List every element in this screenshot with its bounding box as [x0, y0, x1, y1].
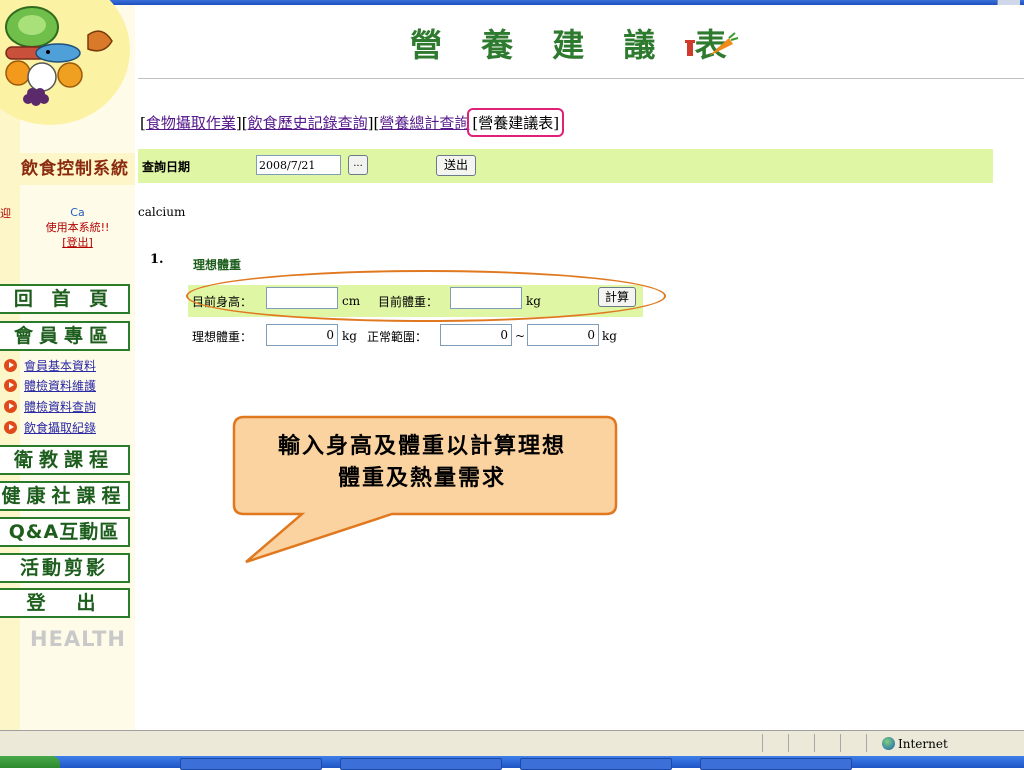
breadcrumb-separator: ][ [235, 114, 248, 132]
breadcrumb-current: [營養建議表] [467, 108, 565, 137]
status-divider [762, 734, 763, 752]
window-control-button[interactable] [997, 0, 1020, 5]
nutrient-label: calcium [138, 205, 186, 219]
member-item-profile[interactable]: 會員基本資料 [0, 356, 135, 376]
nav-home-button[interactable]: 回 首 頁 [0, 284, 130, 314]
weight-input[interactable] [450, 287, 522, 309]
member-item-label[interactable]: 飲食攝取紀錄 [24, 419, 96, 436]
nav-gallery-button[interactable]: 活動剪影 [0, 553, 130, 583]
welcome-text: 迎 [0, 207, 11, 220]
nav-health-club-button[interactable]: 健康社課程 [0, 481, 130, 511]
status-divider [866, 734, 867, 752]
result-row: 理想體重： 0 kg 正常範圍： 0 ~ 0 kg [188, 322, 643, 350]
status-divider [814, 734, 815, 752]
taskbar-item[interactable] [180, 758, 322, 770]
calc-row: 目前身高： cm 目前體重： kg 計算 [188, 285, 643, 317]
range-max-output[interactable]: 0 [527, 324, 599, 346]
nav-qa-button[interactable]: Q&A互動區 [0, 517, 130, 547]
height-unit: cm [342, 294, 361, 308]
status-divider [840, 734, 841, 752]
apple-carrot-icon [685, 32, 739, 56]
weight-label: 目前體重： [378, 295, 439, 309]
ideal-weight-output[interactable]: 0 [266, 324, 338, 346]
security-zone-text: Internet [898, 737, 948, 751]
range-min-output[interactable]: 0 [440, 324, 512, 346]
height-label: 目前身高： [192, 295, 253, 309]
taskbar-item[interactable] [340, 758, 502, 770]
section-title: 理想體重 [193, 258, 242, 272]
member-item-label[interactable]: 體檢資料維護 [24, 377, 96, 394]
submit-button[interactable]: 送出 [436, 155, 476, 176]
member-item-health-query[interactable]: 體檢資料查詢 [0, 397, 135, 417]
weight-unit: kg [526, 294, 541, 308]
breadcrumb-nutrition-total[interactable]: 營養總計查詢 [379, 114, 469, 132]
food-logo [0, 0, 130, 125]
play-bullet-icon [4, 359, 17, 372]
start-button[interactable] [0, 756, 60, 768]
member-item-diet-record[interactable]: 飲食攝取紀錄 [0, 418, 135, 438]
nav-member-button[interactable]: 會員專區 [0, 321, 130, 351]
user-name: Ca [70, 206, 85, 219]
title-decoration [683, 32, 753, 66]
query-date-input[interactable]: 2008/7/21 [256, 155, 341, 175]
query-bar: 查詢日期 2008/7/21 ... 送出 [138, 149, 993, 183]
play-bullet-icon [4, 421, 17, 434]
nav-education-button[interactable]: 衛教課程 [0, 445, 130, 475]
callout-line-2: 體重及熱量需求 [337, 465, 506, 491]
play-bullet-icon [4, 379, 17, 392]
date-picker-button[interactable]: ... [348, 155, 368, 175]
breadcrumb: [食物攝取作業][飲食歷史記錄查詢][營養總計查詢 [營養建議表] [140, 108, 565, 137]
member-item-label[interactable]: 會員基本資料 [24, 357, 96, 374]
normal-range-label: 正常範圍： [367, 330, 428, 344]
taskbar-item[interactable] [520, 758, 672, 770]
user-box: Ca 使用本系統!! [登出] [20, 205, 135, 250]
query-date-label: 查詢日期 [142, 160, 191, 174]
nav-logout-button[interactable]: 登 出 [0, 588, 130, 618]
status-divider [788, 734, 789, 752]
breadcrumb-diet-history[interactable]: 飲食歷史記錄查詢 [248, 114, 368, 132]
breadcrumb-separator: ][ [367, 114, 380, 132]
breadcrumb-current-label: 營養建議表 [478, 114, 554, 132]
logout-link[interactable]: [登出] [20, 235, 135, 250]
system-title: 飲食控制系統 [0, 153, 135, 185]
internet-zone-icon [882, 737, 895, 750]
breadcrumb-bracket: ] [553, 114, 560, 132]
food-illustration [5, 6, 113, 106]
calculate-button[interactable]: 計算 [598, 287, 636, 307]
health-watermark: HEALTH [30, 627, 126, 651]
member-item-health-maintain[interactable]: 體檢資料維護 [0, 376, 135, 396]
status-bar: Internet [0, 730, 1024, 757]
callout-line-1: 輸入身高及體重以計算理想 [277, 433, 566, 459]
section-number: 1. [150, 252, 164, 267]
member-item-label[interactable]: 體檢資料查詢 [24, 398, 96, 415]
header-divider [138, 78, 1024, 79]
taskbar-item[interactable] [700, 758, 852, 770]
user-message: 使用本系統!! [45, 221, 110, 234]
window-top-edge [0, 0, 1024, 5]
sidebar: 飲食控制系統 迎 Ca 使用本系統!! [登出] 回 首 頁 會員專區 會員基本… [0, 0, 135, 730]
range-separator: ~ [515, 329, 526, 343]
range-unit: kg [602, 329, 617, 343]
height-input[interactable] [266, 287, 338, 309]
breadcrumb-food-intake[interactable]: 食物攝取作業 [146, 114, 236, 132]
play-bullet-icon [4, 400, 17, 413]
ideal-weight-unit: kg [342, 329, 357, 343]
taskbar [0, 756, 1024, 770]
callout-text: 輸入身高及體重以計算理想 體重及熱量需求 [236, 430, 608, 494]
ideal-weight-label: 理想體重： [192, 330, 253, 344]
